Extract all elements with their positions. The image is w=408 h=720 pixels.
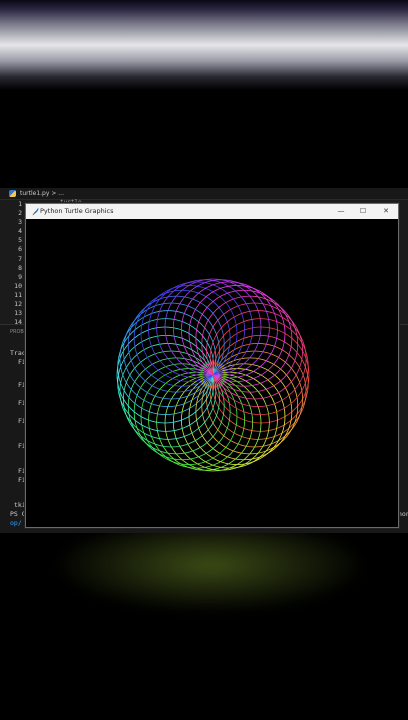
line-number: 11 <box>14 290 22 299</box>
window-title: Python Turtle Graphics <box>40 207 114 215</box>
maximize-button[interactable]: ☐ <box>352 204 374 219</box>
terminal-line-fragment: hon <box>398 510 408 518</box>
problems-tab[interactable]: PROB <box>10 329 24 335</box>
line-number: 7 <box>18 254 22 263</box>
line-number: 4 <box>18 227 22 236</box>
line-number: 13 <box>14 309 22 318</box>
line-number: 3 <box>18 218 22 227</box>
line-number: 6 <box>18 245 22 254</box>
line-number: 8 <box>18 263 22 272</box>
terminal-line: Trac <box>10 349 26 357</box>
turtle-canvas[interactable] <box>26 219 398 527</box>
line-number: 1 <box>18 200 22 208</box>
spirograph-drawing <box>116 278 310 472</box>
terminal-prompt: PS C <box>10 510 26 518</box>
window-title-bar[interactable]: Python Turtle Graphics — ☐ ✕ <box>26 204 398 219</box>
line-number: 10 <box>14 281 22 290</box>
line-number: 5 <box>18 236 22 245</box>
editor-tab-label: turtle1.py > ... <box>20 190 64 197</box>
feather-icon <box>32 207 39 216</box>
line-number: 12 <box>14 300 22 309</box>
terminal-line: tki <box>14 501 26 509</box>
line-number-gutter: 1 2 3 4 5 6 7 8 9 10 11 12 13 14 <box>0 200 24 327</box>
minimize-button[interactable]: — <box>330 204 352 219</box>
close-button[interactable]: ✕ <box>375 204 397 219</box>
turtle-graphics-window[interactable]: Python Turtle Graphics — ☐ ✕ <box>25 203 399 528</box>
line-number: 2 <box>18 209 22 218</box>
line-number: 9 <box>18 272 22 281</box>
background-blur-band <box>0 0 408 90</box>
background-glow <box>60 520 360 610</box>
terminal-path-link[interactable]: op/ <box>10 519 22 527</box>
python-file-icon <box>9 190 16 197</box>
